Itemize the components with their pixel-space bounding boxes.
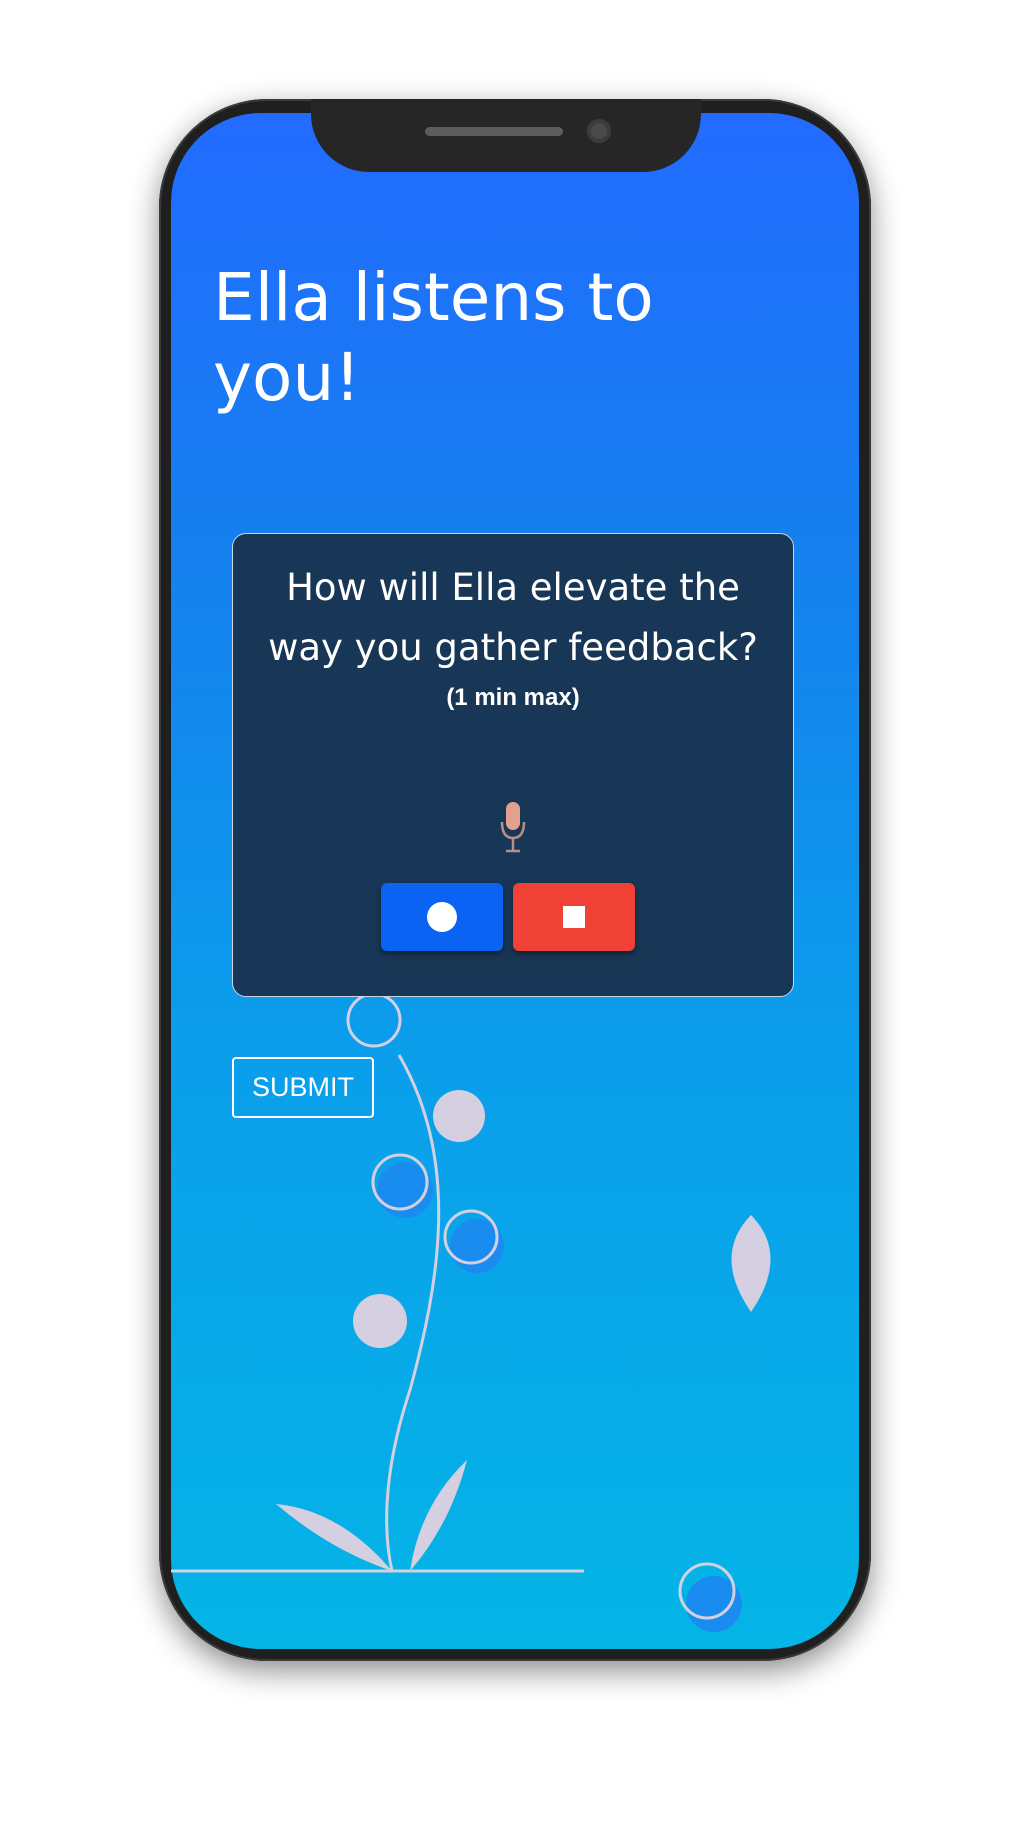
stop-button[interactable]	[513, 883, 635, 951]
page-title: Ella listens to you!	[213, 259, 654, 416]
front-camera	[587, 119, 611, 143]
leaf-left	[276, 1504, 392, 1571]
submit-button[interactable]: SUBMIT	[232, 1057, 374, 1118]
time-limit-note: (1 min max)	[446, 684, 580, 711]
record-dot-icon	[427, 902, 457, 932]
record-button[interactable]	[381, 883, 503, 951]
bud-circle	[353, 1294, 407, 1348]
app-stage: Ella listens to you! How will Ella eleva…	[0, 0, 1032, 1827]
prompt-card: How will Ella elevate the way you gather…	[232, 533, 794, 997]
speaker-grille	[425, 127, 563, 136]
bud-circle	[433, 1090, 485, 1142]
bud-ring	[346, 992, 402, 1048]
prompt-question: How will Ella elevate the way you gather…	[268, 566, 758, 669]
leaf-right	[410, 1460, 467, 1571]
floating-leaf	[731, 1215, 771, 1312]
stop-square-icon	[563, 906, 585, 928]
microphone-icon	[500, 802, 526, 853]
